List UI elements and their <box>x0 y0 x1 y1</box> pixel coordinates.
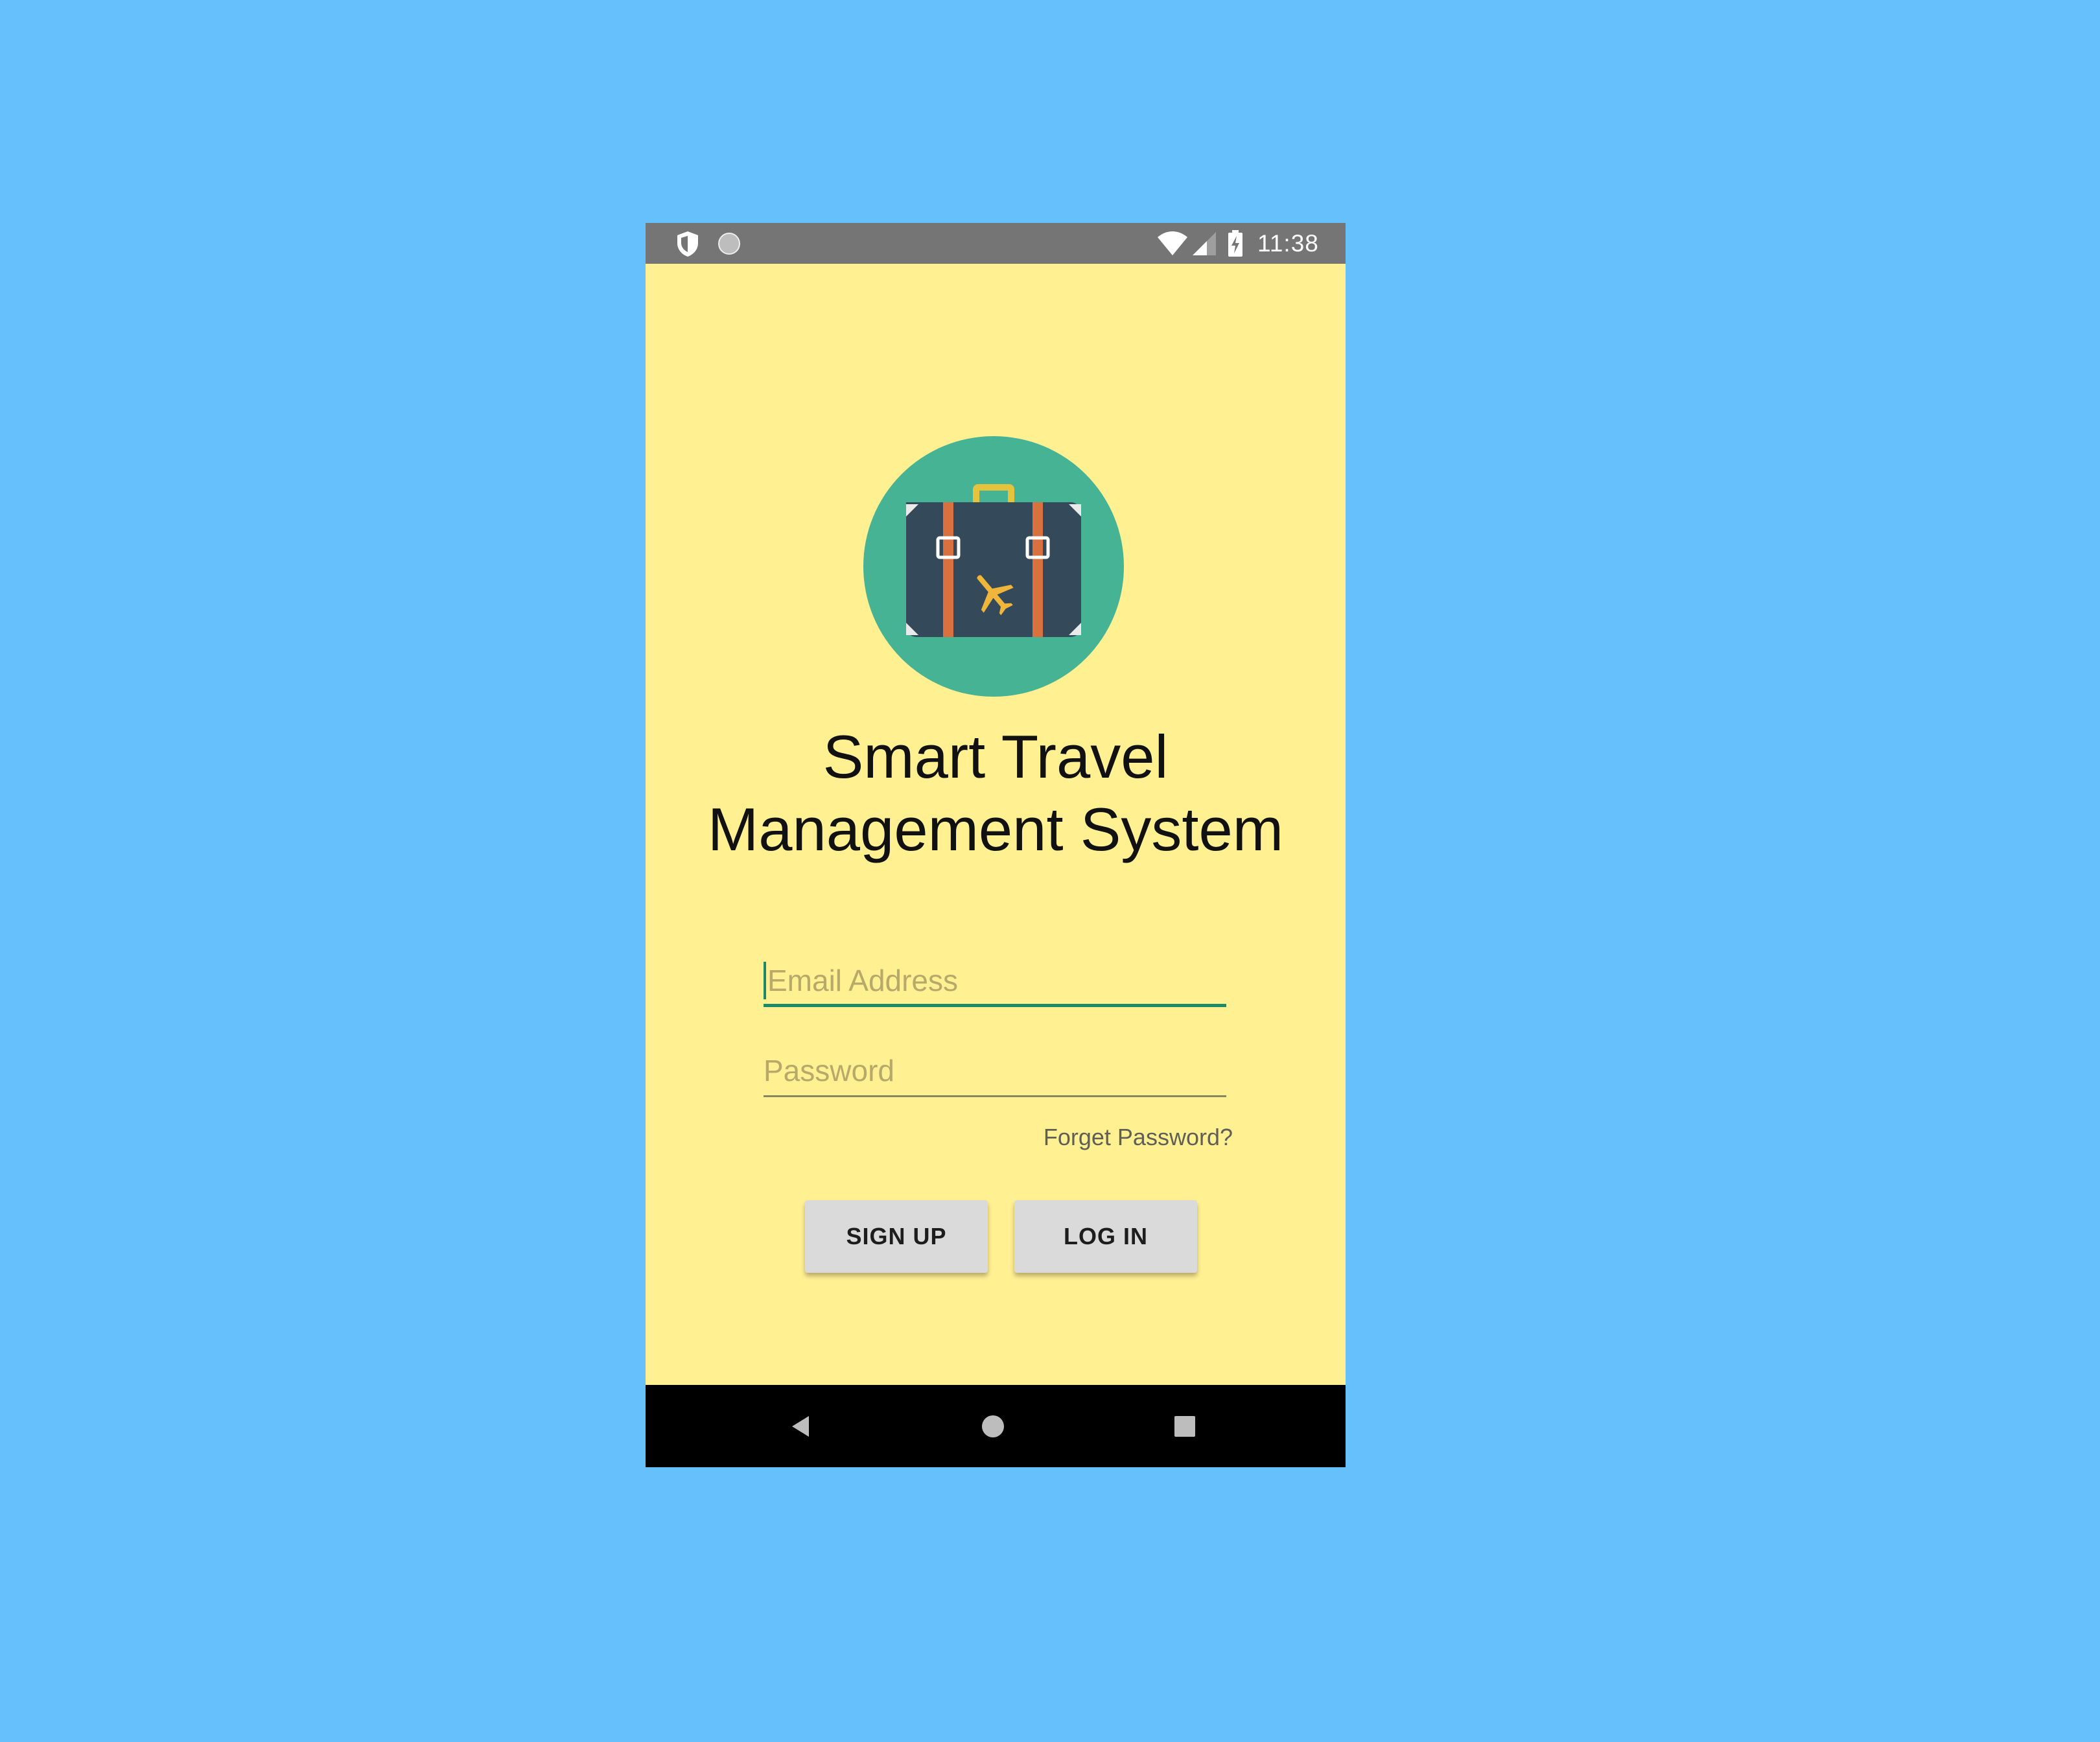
phone-screen: 11:38 Smart Travel Management System Ema… <box>646 223 1346 1467</box>
email-placeholder: Email Address <box>767 964 959 997</box>
circle-notification-icon <box>717 223 741 264</box>
battery-charging-icon <box>1228 223 1243 264</box>
status-time: 11:38 <box>1257 229 1319 257</box>
shield-icon <box>675 223 700 264</box>
app-title-line-1: Smart Travel <box>822 723 1169 791</box>
app-title: Smart Travel Management System <box>646 721 1346 866</box>
text-cursor <box>764 962 766 999</box>
password-placeholder: Password <box>764 1054 894 1087</box>
recents-icon[interactable] <box>1159 1385 1211 1467</box>
back-icon[interactable] <box>775 1385 827 1467</box>
forgot-password-link[interactable]: Forget Password? <box>1034 1124 1233 1151</box>
email-underline <box>764 1004 1226 1007</box>
signup-button[interactable]: SIGN UP <box>805 1200 988 1273</box>
email-field[interactable]: Email Address <box>764 959 1226 1007</box>
login-button[interactable]: LOG IN <box>1014 1200 1197 1273</box>
password-underline <box>764 1095 1226 1097</box>
navigation-bar <box>646 1385 1346 1467</box>
home-icon[interactable] <box>967 1385 1019 1467</box>
wifi-icon <box>1156 223 1189 264</box>
app-title-line-2: Management System <box>707 795 1284 863</box>
suitcase-airplane-icon <box>863 436 1125 697</box>
status-bar: 11:38 <box>646 223 1346 264</box>
signal-icon <box>1191 223 1217 264</box>
password-field[interactable]: Password <box>764 1049 1226 1097</box>
